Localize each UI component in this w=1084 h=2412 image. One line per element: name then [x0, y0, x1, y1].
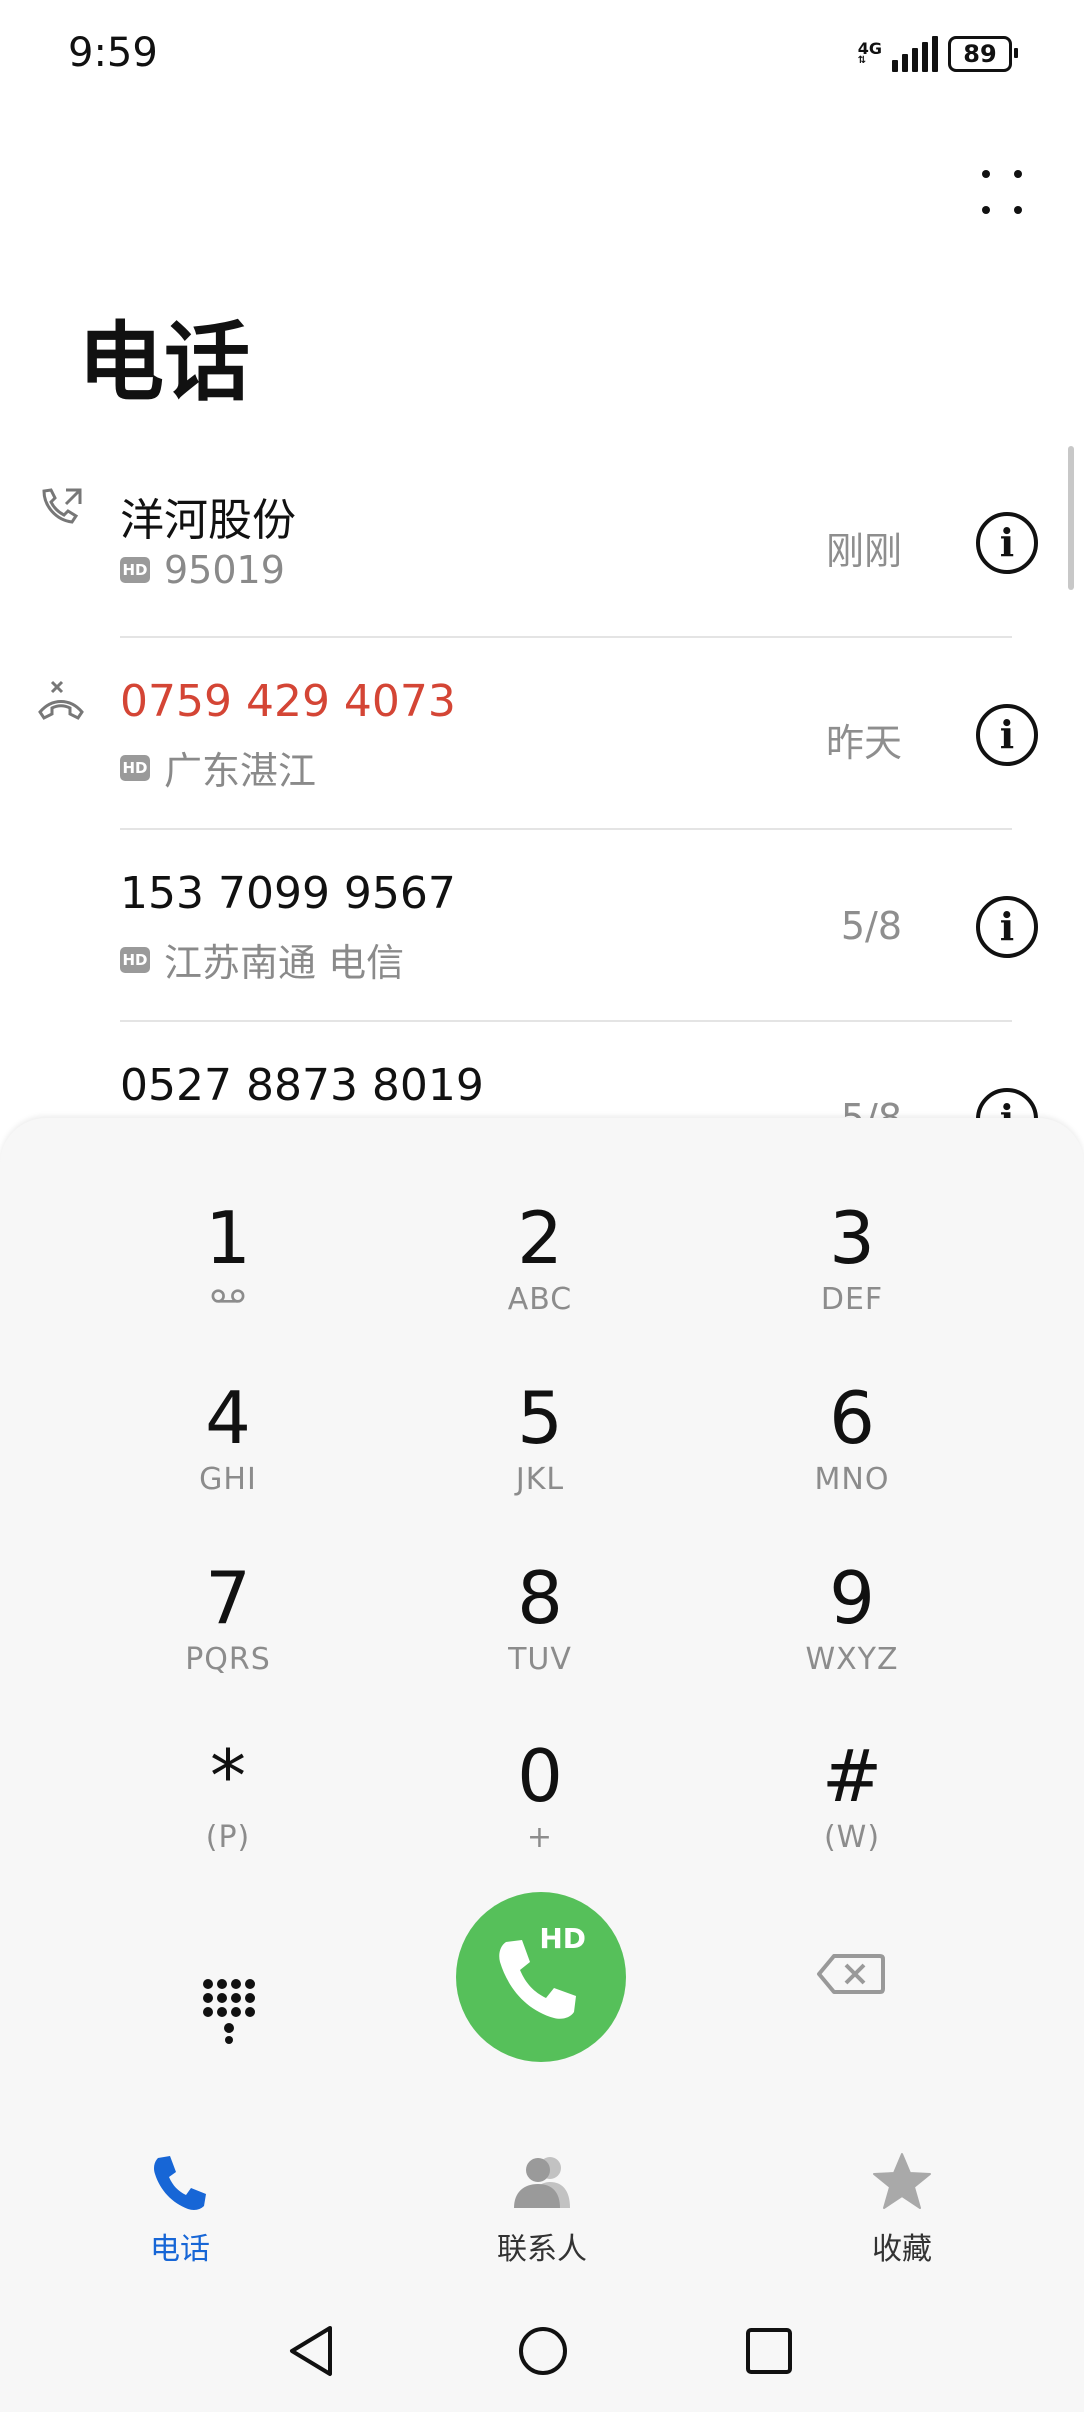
dialpad-key-6[interactable]: 6 MNO: [702, 1378, 1002, 1528]
tab-favorites[interactable]: 收藏: [802, 2150, 1002, 2268]
dialpad-key-hash[interactable]: # (W): [702, 1736, 1002, 1886]
key-letters: ABC: [507, 1282, 573, 1317]
call-log-row[interactable]: 0759 429 4073 HD 广东湛江 昨天 i: [0, 654, 1084, 846]
tab-phone[interactable]: 电话: [80, 2150, 280, 2268]
info-button[interactable]: i: [976, 704, 1038, 766]
dialpad-key-3[interactable]: 3 DEF: [702, 1198, 1002, 1348]
hide-dialpad-button[interactable]: [200, 1976, 256, 2046]
missed-call-icon: [38, 680, 84, 720]
battery-icon: 89: [948, 36, 1018, 72]
hd-badge: HD: [120, 557, 150, 583]
key-digit: 3: [829, 1196, 875, 1280]
info-button[interactable]: i: [976, 512, 1038, 574]
key-digit: 2: [517, 1196, 563, 1280]
key-digit: 6: [829, 1376, 875, 1460]
key-letters: JKL: [515, 1462, 565, 1497]
dialpad-key-1[interactable]: 1: [78, 1198, 378, 1348]
call-time: 昨天: [825, 721, 902, 765]
back-icon[interactable]: [286, 2324, 336, 2378]
caller-number: 153 7099 9567: [120, 868, 456, 919]
key-digit: 7: [205, 1556, 251, 1640]
status-icons: 4G ⇅ 89: [857, 36, 1018, 72]
key-letters: TUV: [508, 1642, 572, 1677]
key-digit: 9: [829, 1556, 875, 1640]
caller-location: 广东湛江: [164, 749, 317, 793]
dialpad-key-star[interactable]: * (P): [78, 1736, 378, 1886]
signal-icon: [892, 36, 938, 72]
divider: [120, 1020, 1012, 1022]
call-time: 刚刚: [825, 529, 902, 573]
call-log-row[interactable]: 153 7099 9567 HD 江苏南通 电信 5/8 i: [0, 846, 1084, 1038]
info-icon: i: [999, 520, 1015, 565]
info-button[interactable]: i: [976, 896, 1038, 958]
caller-number: 95019: [164, 548, 285, 592]
battery-level: 89: [963, 40, 997, 68]
key-letters: WXYZ: [805, 1642, 899, 1677]
star-icon: [873, 2153, 931, 2209]
system-navigation-bar: [0, 2298, 1084, 2412]
tab-label: 收藏: [872, 2232, 932, 2267]
tab-contacts[interactable]: 联系人: [442, 2150, 642, 2268]
scrollbar[interactable]: [1068, 446, 1074, 590]
key-digit: *: [210, 1734, 246, 1818]
key-digit: 8: [517, 1556, 563, 1640]
caller-details: HD 95019: [120, 548, 285, 592]
key-digit: 0: [517, 1734, 563, 1818]
recents-icon[interactable]: [744, 2326, 794, 2376]
key-letters: (P): [205, 1820, 251, 1855]
dialpad-key-5[interactable]: 5 JKL: [390, 1378, 690, 1528]
key-letters: GHI: [199, 1462, 257, 1497]
status-time: 9:59: [68, 30, 158, 76]
backspace-button[interactable]: [816, 1952, 886, 1996]
dialpad-key-2[interactable]: 2 ABC: [390, 1198, 690, 1348]
info-icon: i: [999, 712, 1015, 757]
call-button[interactable]: HD: [456, 1892, 626, 2062]
outgoing-call-icon: [42, 488, 82, 524]
divider: [120, 636, 1012, 638]
key-letters: +: [526, 1820, 554, 1855]
more-options-button[interactable]: [978, 166, 1026, 222]
key-digit: 5: [517, 1376, 563, 1460]
divider: [120, 828, 1012, 830]
dialpad-key-0[interactable]: 0 +: [390, 1736, 690, 1886]
call-time: 5/8: [840, 904, 902, 948]
caller-number: 0759 429 4073: [120, 676, 456, 727]
bottom-navigation: 电话 联系人 收藏: [0, 2128, 1084, 2298]
call-log-list[interactable]: 洋河股份 HD 95019 刚刚 i 0759 429 4073 HD 广东湛江…: [0, 462, 1084, 1122]
home-icon[interactable]: [516, 2324, 570, 2378]
phone-icon: [154, 2156, 206, 2210]
tab-label: 电话: [150, 2232, 210, 2267]
tab-label: 联系人: [497, 2232, 587, 2267]
key-digit: 1: [205, 1196, 251, 1280]
voicemail-icon: [211, 1289, 245, 1303]
hd-badge: HD: [120, 754, 150, 781]
caller-name: 洋河股份: [120, 495, 296, 546]
caller-details: HD 江苏南通 电信: [120, 932, 404, 987]
call-log-row[interactable]: 洋河股份 HD 95019 刚刚 i: [0, 462, 1084, 654]
key-digit: #: [821, 1734, 883, 1818]
key-letters: (W): [823, 1820, 881, 1855]
key-letters: DEF: [820, 1282, 884, 1317]
key-letters: PQRS: [185, 1642, 271, 1677]
info-button[interactable]: i: [976, 1088, 1038, 1122]
caller-details: HD 广东湛江: [120, 740, 316, 795]
page-title: 电话: [78, 313, 250, 413]
dialpad-key-8[interactable]: 8 TUV: [390, 1558, 690, 1708]
dialpad-key-4[interactable]: 4 GHI: [78, 1378, 378, 1528]
dialpad-key-9[interactable]: 9 WXYZ: [702, 1558, 1002, 1708]
info-icon: i: [999, 904, 1015, 949]
hd-badge: HD: [120, 946, 150, 973]
network-type-icon: 4G ⇅: [857, 39, 882, 66]
hd-label: HD: [539, 1922, 586, 1955]
caller-location: 江苏南通 电信: [164, 941, 405, 985]
dialpad-key-7[interactable]: 7 PQRS: [78, 1558, 378, 1708]
caller-number: 0527 8873 8019: [120, 1060, 484, 1111]
key-digit: 4: [205, 1376, 251, 1460]
network-type-label: 4G: [857, 39, 882, 58]
call-log-row[interactable]: 0527 8873 8019 5/8 i: [0, 1038, 1084, 1122]
key-letters: MNO: [814, 1462, 890, 1497]
contacts-icon: [514, 2157, 570, 2208]
